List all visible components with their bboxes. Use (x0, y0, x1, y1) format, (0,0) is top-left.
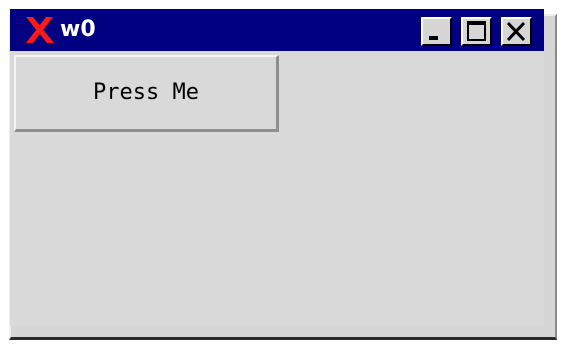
press-me-button[interactable]: Press Me (14, 55, 279, 132)
x-logo-icon (26, 17, 54, 43)
maximize-button[interactable] (461, 17, 492, 46)
window-title: w0 (60, 17, 96, 42)
maximize-icon (467, 21, 486, 41)
client-area: Press Me (10, 51, 544, 326)
minimize-button[interactable] (421, 17, 452, 46)
close-button[interactable] (501, 17, 532, 46)
title-bar[interactable]: w0 (10, 9, 544, 51)
close-icon (506, 21, 526, 42)
minimize-icon (429, 36, 438, 40)
